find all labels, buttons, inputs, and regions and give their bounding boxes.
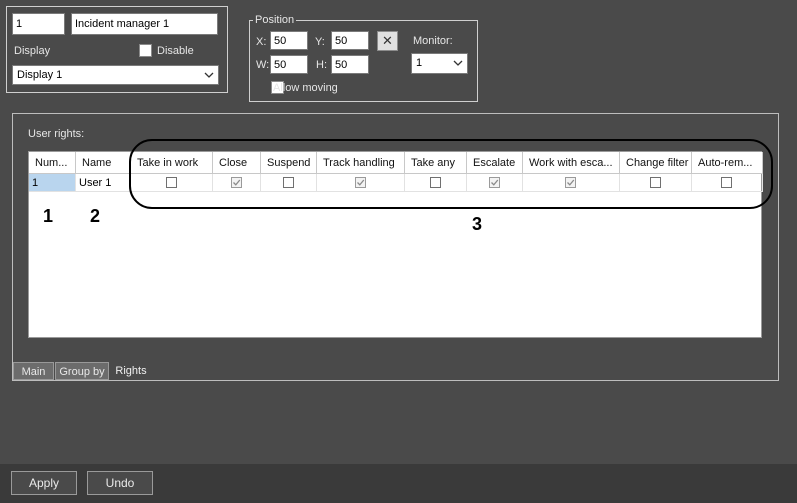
chevron-down-icon [453,60,463,66]
h-label: H: [316,59,327,71]
disable-label: Disable [157,45,194,57]
x-field[interactable] [270,31,308,50]
tab-main[interactable]: Main [13,362,54,380]
monitor-select-value: 1 [416,57,423,69]
undo-button[interactable]: Undo [87,471,153,495]
w-field[interactable] [270,55,308,74]
h-field[interactable] [331,55,369,74]
name-field[interactable] [71,13,218,35]
chevron-down-icon [204,72,214,78]
annotation-2: 2 [90,206,101,226]
monitor-label: Monitor: [413,35,453,47]
cell-num[interactable]: 1 [29,174,76,192]
tab-strip: Main Group by Rights [13,362,213,380]
monitor-select[interactable]: 1 [411,53,468,74]
id-field[interactable] [12,13,65,35]
reset-position-button[interactable]: ✕ [377,31,398,51]
column-header-num[interactable]: Num... [29,152,76,174]
close-icon: ✕ [382,33,393,48]
tab-group-by[interactable]: Group by [55,362,109,380]
user-rights-title: User rights: [28,128,85,140]
tab-rights[interactable]: Rights [110,362,152,380]
y-label: Y: [315,36,325,48]
allow-moving-label: Allow moving [273,82,338,94]
annotation-3: 3 [472,214,483,234]
display-select[interactable]: Display 1 [12,65,219,85]
display-label: Display [14,45,51,57]
apply-button[interactable]: Apply [11,471,77,495]
position-legend: Position [253,13,297,27]
w-label: W: [256,59,270,71]
display-select-value: Display 1 [17,69,63,81]
disable-checkbox[interactable] [139,44,152,57]
x-label: X: [256,36,267,48]
annotation-1: 1 [43,206,54,226]
annotation-rounded-rectangle [129,139,773,209]
y-field[interactable] [331,31,369,50]
